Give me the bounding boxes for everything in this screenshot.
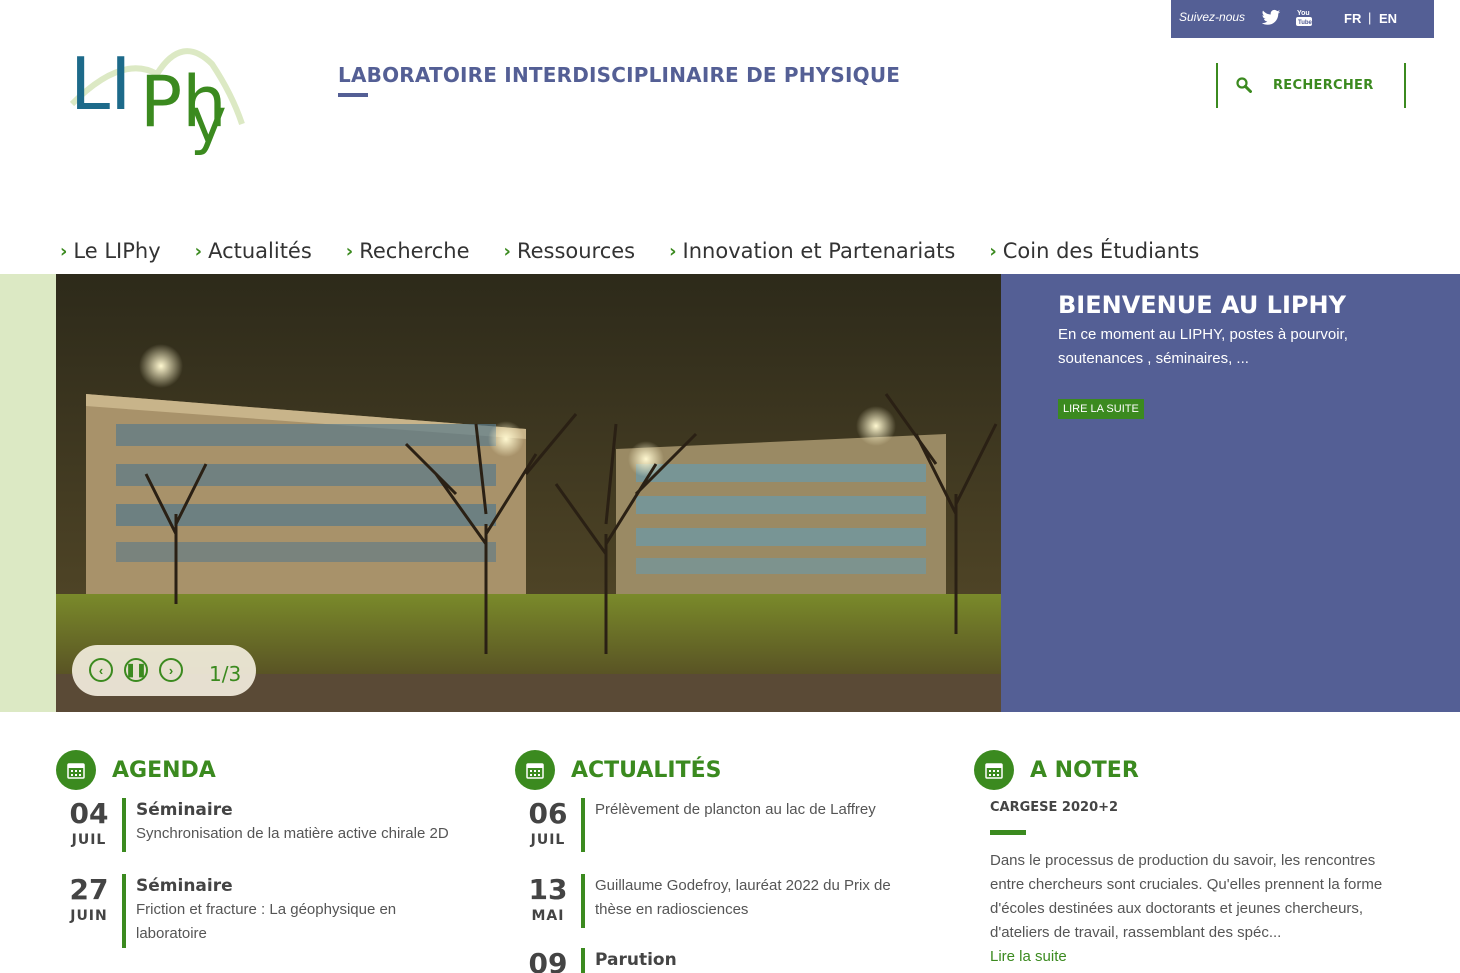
event-kind: Séminaire — [136, 876, 233, 896]
chevron-right-icon: › — [60, 240, 68, 262]
calendar-icon — [56, 750, 96, 790]
event-body: Séminaire Synchronisation de la matière … — [122, 798, 449, 852]
nav-item-recherche[interactable]: › Recherche — [346, 236, 470, 266]
event-day: 04 — [69, 797, 109, 830]
event-text: Friction et fracture : La géophysique en… — [136, 901, 397, 942]
nav-item-label: Coin des Étudiants — [1002, 239, 1200, 263]
news-body: Parution — [581, 948, 677, 973]
slide-counter: 1/3 — [209, 662, 242, 686]
agenda-item[interactable]: 27 JUIN Séminaire Friction et fracture :… — [56, 874, 476, 948]
agenda-title: AGENDA — [112, 758, 216, 783]
search-label: RECHERCHER — [1273, 78, 1374, 93]
logo-li: LI — [70, 42, 131, 126]
chevron-right-icon: › — [989, 240, 997, 262]
note-header: A NOTER — [974, 750, 1394, 790]
lang-fr-link[interactable]: FR — [1344, 11, 1361, 26]
hero-heading: BIENVENUE AU LIPHY — [1058, 291, 1346, 319]
logo-y: y — [190, 84, 227, 157]
calendar-icon — [974, 750, 1014, 790]
event-body: Séminaire Friction et fracture : La géop… — [122, 874, 422, 948]
prev-slide-button[interactable]: ‹ — [89, 658, 113, 682]
news-day: 13 — [528, 873, 568, 906]
news-item[interactable]: 13 MAI Guillaume Godefroy, lauréat 2022 … — [515, 874, 935, 928]
news-month: JUIL — [530, 832, 566, 848]
news-day: 09 — [528, 947, 568, 973]
news-date: 09 — [515, 948, 581, 973]
news-date: 13 MAI — [515, 874, 581, 928]
svg-text:Tube: Tube — [1298, 20, 1313, 26]
hero-panel: BIENVENUE AU LIPHY En ce moment au LIPHY… — [1001, 274, 1460, 712]
note-subtitle[interactable]: CARGESE 2020+2 — [990, 800, 1394, 815]
lang-separator: | — [1368, 10, 1372, 25]
nav-item-le-liphy[interactable]: › Le LIPhy — [60, 236, 161, 266]
note-divider — [990, 830, 1026, 835]
search-button[interactable]: RECHERCHER — [1216, 63, 1406, 108]
note-title: A NOTER — [1030, 758, 1139, 783]
svg-text:You: You — [1297, 10, 1310, 17]
nav-item-etudiants[interactable]: › Coin des Étudiants — [989, 236, 1199, 266]
news-header: ACTUALITÉS — [515, 750, 935, 790]
news-text: Guillaume Godefroy, lauréat 2022 du Prix… — [595, 877, 891, 918]
main-nav: › Le LIPhy › Actualités › Recherche › Ressou… — [60, 236, 1233, 266]
event-date: 04 JUIL — [56, 798, 122, 852]
liphy-logo[interactable]: LI Ph y — [62, 14, 252, 164]
site-title: LABORATOIRE INTERDISCIPLINAIRE DE PHYSIQ… — [338, 63, 901, 87]
event-text: Synchronisation de la matière active chi… — [136, 825, 449, 842]
news-date: 06 JUIL — [515, 798, 581, 852]
social-bar: Suivez-nous You Tube FR | EN — [1171, 0, 1434, 38]
hero-read-more-button[interactable]: LIRE LA SUITE — [1058, 399, 1144, 419]
calendar-icon — [515, 750, 555, 790]
hero-left-accent — [0, 274, 56, 712]
news-section: ACTUALITÉS 06 JUIL Prélèvement de planct… — [515, 750, 935, 973]
youtube-icon[interactable]: You Tube — [1295, 7, 1313, 27]
agenda-section: AGENDA 04 JUIL Séminaire Synchronisation… — [56, 750, 476, 948]
news-day: 06 — [528, 797, 568, 830]
news-item[interactable]: 06 JUIL Prélèvement de plancton au lac d… — [515, 798, 935, 852]
event-date: 27 JUIN — [56, 874, 122, 948]
news-item[interactable]: 09 Parution — [515, 948, 935, 973]
note-section: A NOTER CARGESE 2020+2 Dans le processus… — [974, 750, 1394, 969]
nav-item-ressources[interactable]: › Ressources — [504, 236, 636, 266]
chevron-right-icon: › — [345, 240, 354, 262]
title-underline — [338, 93, 368, 97]
event-kind: Séminaire — [136, 800, 233, 820]
search-icon — [1236, 77, 1252, 93]
chevron-right-icon: › — [194, 240, 203, 262]
news-title: ACTUALITÉS — [571, 758, 722, 783]
chevron-left-icon: ‹ — [98, 662, 104, 678]
nav-item-label: Actualités — [208, 239, 312, 263]
pause-icon: ❚❚ — [125, 662, 147, 677]
chevron-right-icon: › — [168, 662, 174, 678]
note-text: Dans le processus de production du savoi… — [990, 852, 1383, 941]
pause-slide-button[interactable]: ❚❚ — [124, 658, 148, 682]
event-day: 27 — [69, 873, 109, 906]
note-read-more-link[interactable]: Lire la suite — [990, 945, 1394, 969]
nav-item-label: Innovation et Partenariats — [682, 239, 956, 263]
nav-item-innovation[interactable]: › Innovation et Partenariats — [669, 236, 955, 266]
slider-controls: ‹ ❚❚ › 1/3 — [72, 645, 256, 696]
lang-en-link[interactable]: EN — [1379, 11, 1397, 26]
news-body: Prélèvement de plancton au lac de Laffre… — [581, 798, 876, 852]
news-body: Guillaume Godefroy, lauréat 2022 du Prix… — [581, 874, 901, 928]
nav-item-label: Le LIPhy — [73, 239, 161, 263]
nav-item-label: Ressources — [516, 239, 636, 263]
hero-text: En ce moment au LIPHY, postes à pourvoir… — [1058, 326, 1348, 367]
news-month: MAI — [531, 908, 565, 924]
nav-item-label: Recherche — [359, 239, 470, 263]
news-text: Prélèvement de plancton au lac de Laffre… — [595, 801, 876, 818]
chevron-right-icon: › — [669, 240, 677, 262]
event-month: JUIN — [70, 908, 108, 924]
agenda-header: AGENDA — [56, 750, 476, 790]
news-kind: Parution — [595, 950, 677, 970]
event-month: JUIL — [71, 832, 107, 848]
nav-item-actualites[interactable]: › Actualités — [195, 236, 312, 266]
agenda-item[interactable]: 04 JUIL Séminaire Synchronisation de la … — [56, 798, 476, 852]
follow-label: Suivez-nous — [1179, 10, 1246, 24]
chevron-right-icon: › — [503, 240, 511, 262]
twitter-icon[interactable] — [1261, 9, 1281, 27]
next-slide-button[interactable]: › — [159, 658, 183, 682]
